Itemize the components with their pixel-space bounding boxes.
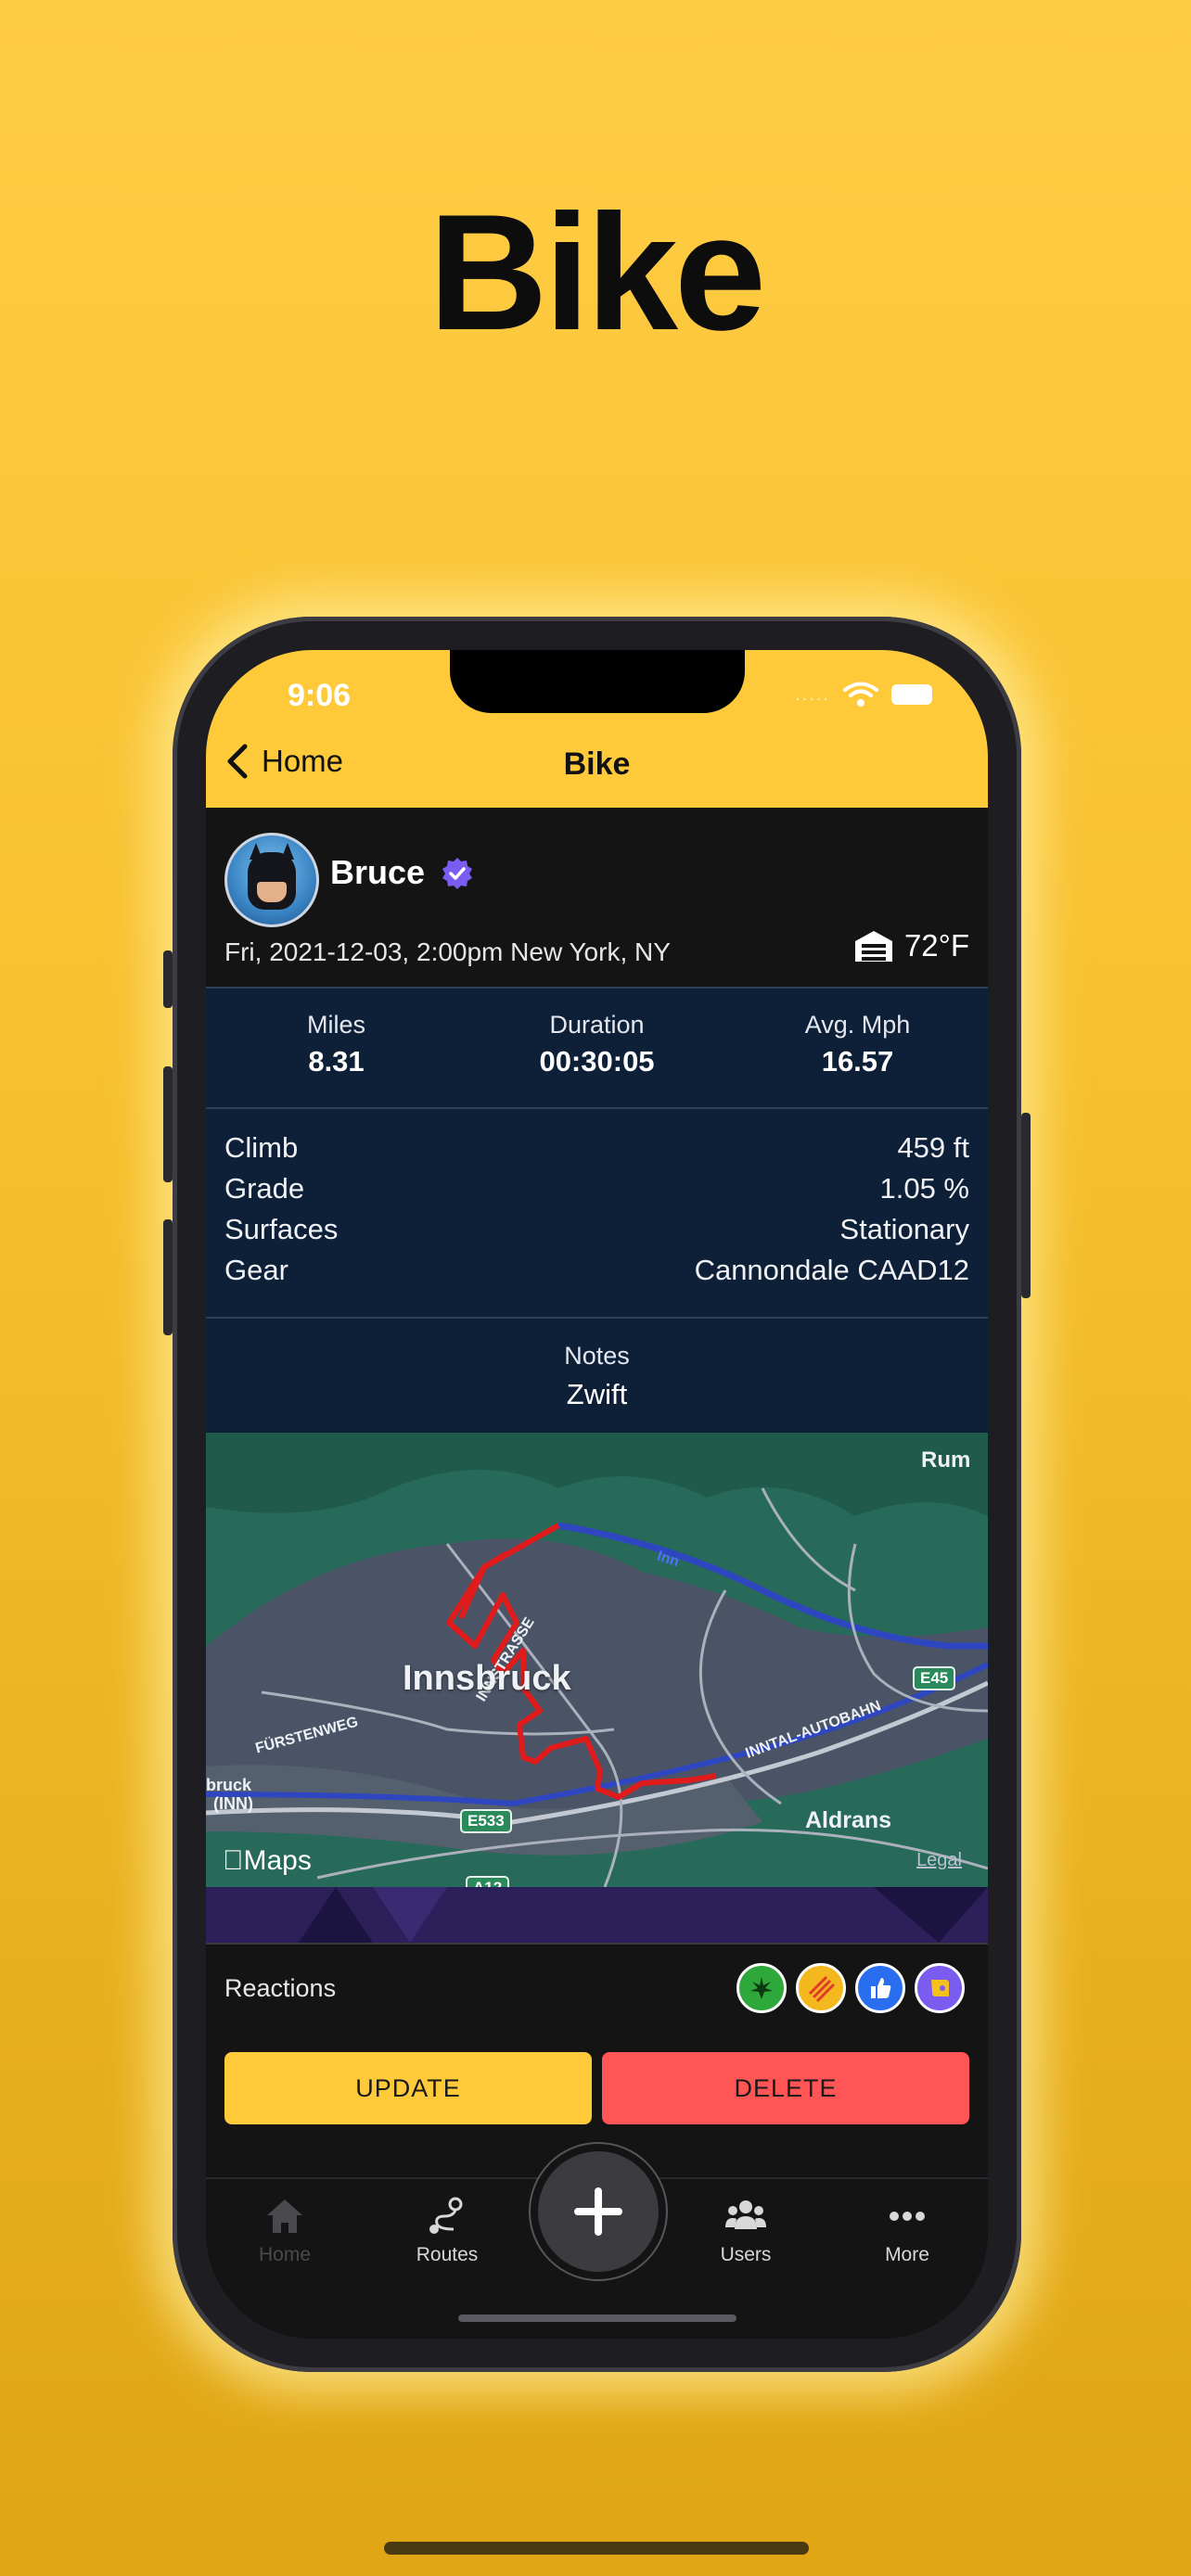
scroll-icon: [931, 1980, 949, 1996]
notch: [450, 650, 745, 713]
ellipsis-icon: [890, 2212, 925, 2221]
stat-value: 16.57: [821, 1045, 894, 1078]
decorative-strip: [206, 1887, 988, 1943]
notes-value: Zwift: [566, 1378, 628, 1410]
activity-details: Climb 459 ft Grade 1.05 % Surfaces Stati…: [206, 1109, 988, 1319]
stripes-reaction-icon[interactable]: [796, 1963, 846, 2013]
battery-icon: [891, 684, 932, 705]
leaf-reaction-icon[interactable]: [736, 1963, 787, 2013]
route-icon: [429, 2197, 463, 2234]
map-place-rum: Rum: [921, 1447, 971, 1473]
update-button[interactable]: UPDATE: [224, 2052, 592, 2124]
detail-key: Gear: [224, 1254, 288, 1286]
thumbs-up-reaction-icon[interactable]: [855, 1963, 905, 2013]
notes-section: Notes Zwift: [206, 1319, 988, 1433]
map-shield-e45: E45: [913, 1666, 956, 1690]
detail-row-climb: Climb 459 ft: [224, 1131, 969, 1172]
detail-value: Cannondale CAAD12: [694, 1254, 969, 1286]
signal-icon: .....: [795, 683, 830, 705]
stat-value: 8.31: [308, 1045, 365, 1078]
detail-key: Climb: [224, 1131, 299, 1164]
detail-value: 459 ft: [897, 1131, 969, 1164]
weather: 72°F: [852, 928, 969, 963]
power-button: [1021, 1113, 1031, 1298]
tab-home[interactable]: Home: [220, 2196, 350, 2266]
reactions-bar: Reactions: [206, 1943, 988, 2035]
volume-up-button: [163, 1066, 173, 1182]
phone-screen: 9:06 ..... Home Bike Bruce Fri, 2021-12-…: [206, 650, 988, 2339]
user-name[interactable]: Bruce: [330, 853, 425, 892]
hero-title: Bike: [429, 180, 766, 364]
activity-datetime: Fri, 2021-12-03, 2:00pm New York, NY: [224, 937, 671, 966]
maps-brand: Maps: [223, 1845, 312, 1876]
status-icons: .....: [795, 682, 932, 708]
leaf-icon: [750, 1977, 773, 1999]
thumbs-up-icon: [871, 1978, 891, 1998]
tab-users[interactable]: Users: [681, 2196, 811, 2266]
map-legal-link[interactable]: Legal: [916, 1850, 962, 1871]
activity-header: Bruce Fri, 2021-12-03, 2:00pm New York, …: [206, 808, 988, 988]
scroll-reaction-icon[interactable]: [915, 1963, 965, 2013]
detail-value: 1.05 %: [879, 1172, 969, 1205]
home-indicator[interactable]: [458, 2315, 736, 2322]
status-time: 9:06: [288, 678, 352, 713]
tab-routes[interactable]: Routes: [382, 2196, 512, 2266]
notes-label: Notes: [564, 1342, 630, 1370]
tab-label: Routes: [416, 2244, 479, 2265]
detail-row-gear: Gear Cannondale CAAD12: [224, 1254, 969, 1294]
tab-label: More: [885, 2244, 929, 2265]
stat-avg-mph: Avg. Mph 16.57: [727, 1011, 988, 1078]
stat-duration: Duration 00:30:05: [467, 1011, 727, 1078]
wifi-icon: [843, 682, 878, 707]
detail-value: Stationary: [839, 1213, 969, 1245]
detail-row-grade: Grade 1.05 %: [224, 1172, 969, 1213]
strip-pattern: [299, 1887, 988, 1943]
add-activity-button[interactable]: [529, 2142, 668, 2281]
route-map[interactable]: Rum Aldrans INNSTRASSE FÜRSTENWEG INNTAL…: [206, 1433, 988, 1887]
page-indicator-bar: [384, 2542, 809, 2555]
tab-more[interactable]: More: [842, 2196, 972, 2266]
phone-frame: 9:06 ..... Home Bike Bruce Fri, 2021-12-…: [163, 617, 1031, 2372]
map-shield-e533: E533: [460, 1809, 512, 1833]
map-place-bruck: bruck: [206, 1776, 252, 1794]
garage-icon: [854, 931, 892, 962]
users-icon: [725, 2200, 766, 2229]
plus-icon: [574, 2187, 622, 2236]
detail-key: Grade: [224, 1172, 305, 1205]
detail-row-surfaces: Surfaces Stationary: [224, 1213, 969, 1254]
house-icon: [267, 2200, 302, 2233]
delete-button[interactable]: DELETE: [602, 2052, 969, 2124]
verified-badge-icon: [442, 858, 472, 889]
stat-label: Miles: [306, 1011, 365, 1039]
temperature: 72°F: [903, 928, 969, 963]
map-city-label: Innsbruck: [403, 1659, 571, 1698]
stat-value: 00:30:05: [539, 1045, 655, 1078]
mute-switch: [163, 950, 173, 1008]
detail-key: Surfaces: [224, 1213, 339, 1245]
tab-label: Home: [258, 2244, 312, 2265]
nav-title: Bike: [563, 746, 631, 782]
stats-summary: Miles 8.31 Duration 00:30:05 Avg. Mph 16…: [206, 988, 988, 1109]
avatar[interactable]: [224, 833, 319, 927]
map-shield-a12: A12: [466, 1876, 510, 1887]
maps-logo: Maps: [223, 1845, 312, 1877]
stripes-icon: [808, 1975, 836, 2003]
add-button-face: [538, 2151, 659, 2272]
map-place-aldrans: Aldrans: [805, 1807, 892, 1833]
stat-label: Avg. Mph: [804, 1011, 911, 1039]
tab-label: Users: [720, 2244, 772, 2265]
apple-logo-icon: : [223, 1845, 244, 1876]
map-place-inn: (INN): [213, 1794, 253, 1813]
stat-miles: Miles 8.31: [206, 1011, 467, 1078]
stat-label: Duration: [549, 1011, 645, 1039]
volume-down-button: [163, 1219, 173, 1335]
reactions-label: Reactions: [224, 1974, 337, 2002]
